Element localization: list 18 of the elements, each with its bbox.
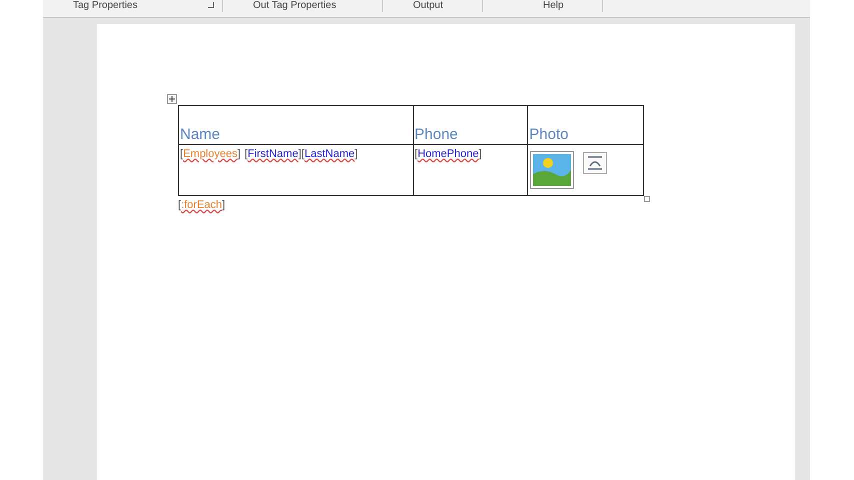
table-resize-handle-icon[interactable] — [644, 196, 650, 202]
ribbon-group-label: Out Tag Properties — [253, 0, 336, 12]
dialog-launcher-icon[interactable] — [208, 2, 214, 8]
merge-tag: [HomePhone] — [414, 146, 482, 162]
merge-tag: [LastName] — [301, 146, 358, 162]
column-heading: Photo — [529, 126, 568, 144]
ribbon-group-label: Help — [543, 0, 564, 12]
merge-tag: [FirstName] — [244, 146, 302, 162]
image-placeholder[interactable] — [531, 152, 574, 188]
ribbon-group-label: Output — [413, 0, 444, 12]
column-heading: Phone — [414, 126, 458, 144]
column-heading: Name — [180, 126, 220, 144]
landscape-picture-icon — [531, 152, 574, 188]
table-move-handle-icon[interactable] — [167, 94, 177, 104]
merge-tag: [:forEach] — [178, 199, 226, 211]
ribbon-group-label: Tag Properties — [73, 0, 138, 12]
layout-options-icon[interactable] — [583, 152, 608, 174]
merge-tag: [Employees] — [180, 146, 241, 162]
